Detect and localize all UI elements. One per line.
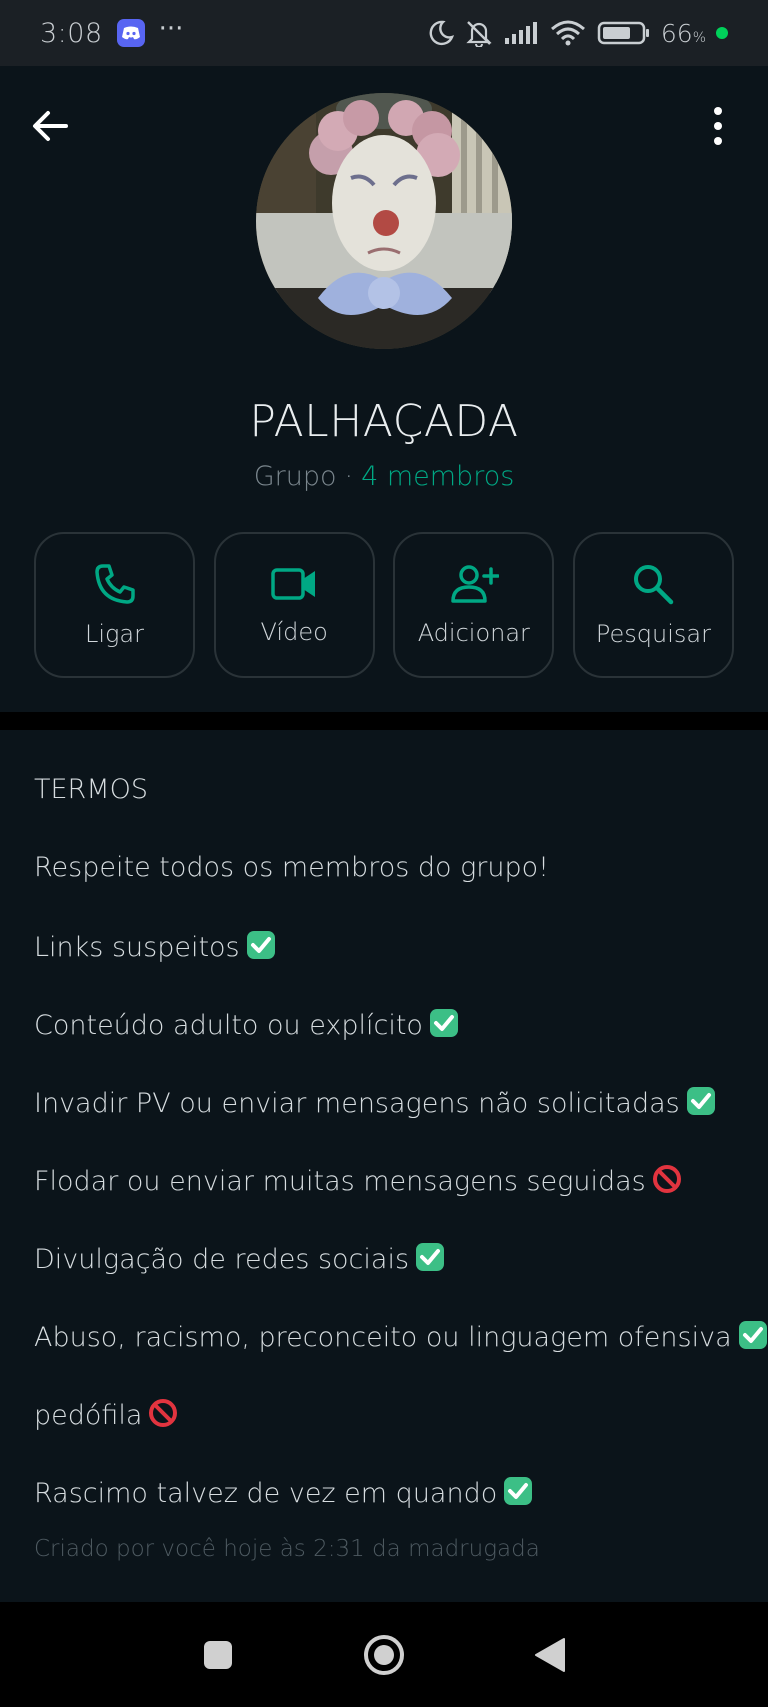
arrow-left-icon	[33, 111, 68, 141]
check-mark-emoji	[429, 1009, 458, 1037]
video-button-label: Vídeo	[260, 618, 328, 646]
add-participant-label: Adicionar	[417, 619, 530, 647]
add-participant-button[interactable]: Adicionar	[393, 532, 555, 678]
check-mark-emoji	[686, 1087, 715, 1115]
call-button[interactable]: Ligar	[34, 532, 195, 678]
check-mark-emoji	[246, 931, 275, 959]
description-line: Abuso, racismo, preconceito ou linguagem…	[34, 1320, 767, 1398]
action-buttons-row: Ligar Vídeo Adicionar Pesquisar	[34, 532, 734, 678]
battery-icon	[597, 21, 649, 45]
description-line: Invadir PV ou enviar mensagens não solic…	[34, 1086, 734, 1164]
check-mark-emoji	[738, 1321, 767, 1349]
search-button[interactable]: Pesquisar	[572, 532, 734, 678]
created-by-info: Criado por você hoje às 2:31 da madrugad…	[34, 1536, 540, 1562]
members-count-link[interactable]: 4 membros	[361, 461, 514, 492]
call-button-label: Ligar	[84, 620, 144, 648]
cellular-signal-icon	[504, 22, 537, 44]
back-nav-button[interactable]	[534, 1637, 566, 1673]
description-line: TERMOS	[34, 774, 148, 805]
description-line: Flodar ou enviar muitas mensagens seguid…	[34, 1164, 734, 1242]
search-button-label: Pesquisar	[595, 620, 711, 648]
wifi-icon	[550, 20, 585, 46]
more-vertical-icon	[714, 107, 722, 145]
moon-icon	[429, 20, 454, 46]
group-avatar[interactable]	[256, 93, 512, 349]
group-description[interactable]: TERMOS Respeite todos os membros do grup…	[0, 730, 768, 1602]
group-name: PALHAÇADA	[249, 396, 519, 447]
group-type-label: Grupo	[253, 461, 337, 492]
video-icon	[271, 568, 316, 600]
overflow-menu-button[interactable]	[708, 106, 728, 146]
bell-off-icon	[466, 21, 492, 47]
description-line: pedófila	[34, 1398, 734, 1476]
phone-icon	[94, 564, 135, 604]
check-mark-emoji	[504, 1477, 533, 1505]
description-line: Respeite todos os membros do grupo!	[34, 852, 550, 883]
back-button[interactable]	[30, 106, 70, 146]
privacy-indicator-dot	[716, 27, 728, 39]
battery-percentage: 66%	[660, 18, 706, 48]
status-bar: 3:08 ··· 66%	[0, 0, 768, 66]
home-button[interactable]	[362, 1633, 406, 1677]
add-person-icon	[451, 565, 499, 603]
prohibited-emoji	[149, 1399, 178, 1427]
section-divider	[0, 712, 768, 730]
discord-notification-icon	[116, 19, 145, 47]
check-mark-emoji	[416, 1243, 445, 1271]
system-navigation-bar	[0, 1602, 768, 1707]
description-line: Conteúdo adulto ou explícito	[34, 1008, 734, 1086]
more-notifications-icon: ···	[158, 14, 184, 44]
status-time: 3:08	[40, 17, 103, 49]
description-line: Links suspeitos	[34, 930, 734, 1008]
description-line: Divulgação de redes sociais	[34, 1242, 734, 1320]
prohibited-emoji	[652, 1165, 681, 1193]
group-subtitle: Grupo · 4 membros	[0, 461, 768, 492]
group-info-header: PALHAÇADA Grupo · 4 membros Ligar Vídeo Ad…	[0, 66, 768, 712]
separator-dot: ·	[344, 461, 354, 492]
search-icon	[634, 565, 674, 605]
video-button[interactable]: Vídeo	[213, 532, 375, 678]
recent-apps-button[interactable]	[202, 1639, 234, 1671]
